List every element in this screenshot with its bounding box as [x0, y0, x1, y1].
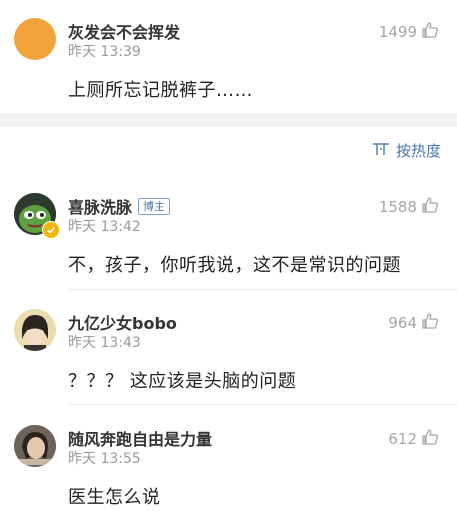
like-button[interactable]: 1588 — [379, 196, 439, 218]
comment-list: 灰发会不会挥发 昨天 13:39 1499 上厕所忘记脱裤子…… 按热度 喜脉洗… — [0, 0, 457, 513]
avatar[interactable] — [14, 309, 56, 351]
thumbs-up-icon[interactable] — [417, 312, 439, 334]
like-button[interactable]: 964 — [388, 312, 439, 334]
comment-time: 昨天 13:42 — [68, 219, 141, 235]
author-name[interactable]: 喜脉洗脉 — [68, 194, 132, 218]
divider — [68, 404, 457, 405]
comment-author[interactable]: 随风奔跑自由是力量 — [68, 426, 212, 450]
comment-author[interactable]: 喜脉洗脉 博主 — [68, 194, 171, 218]
thumbs-up-icon[interactable] — [417, 428, 439, 450]
thumbs-up-icon[interactable] — [417, 21, 439, 43]
like-count: 1499 — [378, 23, 417, 41]
comment-time: 昨天 13:39 — [68, 44, 141, 60]
like-count: 1588 — [378, 198, 417, 216]
sort-label: 按热度 — [395, 142, 441, 160]
divider — [68, 289, 457, 290]
like-button[interactable]: 1499 — [379, 21, 439, 43]
comment-time: 昨天 13:43 — [68, 335, 141, 351]
like-button[interactable]: 612 — [388, 428, 439, 450]
comment-text: ？？？ 这应该是头脑的问题 — [68, 371, 297, 392]
sort-icon — [372, 142, 396, 160]
like-count: 964 — [388, 314, 417, 332]
thumbs-up-icon[interactable] — [417, 196, 439, 218]
comment-text: 医生怎么说 — [68, 487, 161, 508]
like-count: 612 — [388, 430, 417, 448]
author-badge: 博主 — [138, 197, 171, 215]
avatar[interactable] — [14, 18, 56, 60]
section-divider — [0, 113, 457, 127]
comment-author[interactable]: 九亿少女bobo — [68, 310, 177, 334]
sort-button[interactable]: 按热度 — [372, 140, 441, 161]
verified-badge-icon — [42, 221, 60, 239]
comment-author[interactable]: 灰发会不会挥发 — [68, 19, 180, 43]
comment-text: 不，孩子，你听我说，这不是常识的问题 — [68, 255, 401, 276]
comment-time: 昨天 13:55 — [68, 451, 141, 467]
avatar[interactable] — [14, 425, 56, 467]
comment-text: 上厕所忘记脱裤子…… — [68, 80, 253, 101]
